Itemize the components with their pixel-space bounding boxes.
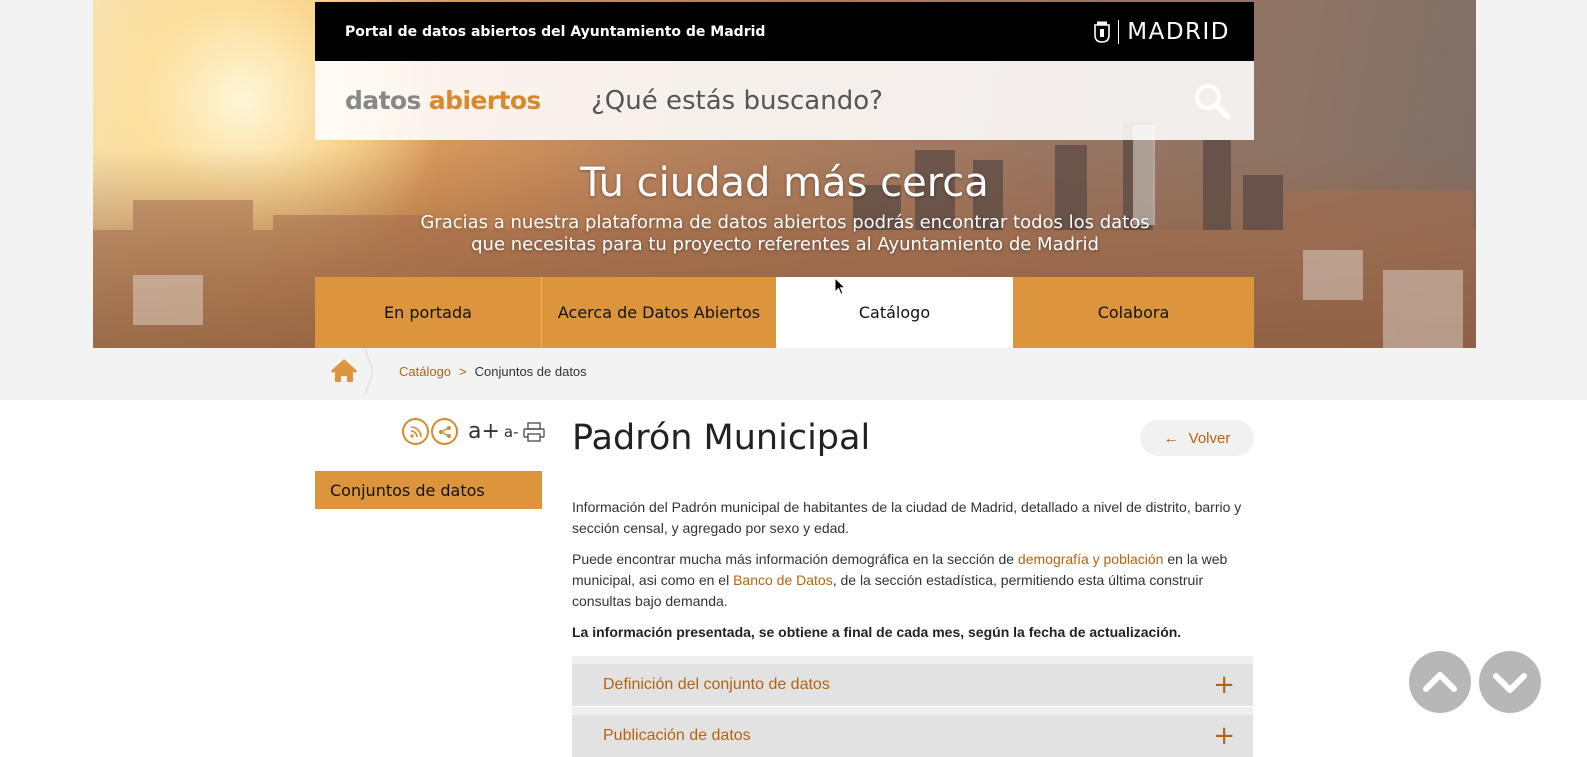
dataset-description: Información del Padrón municipal de habi… [572, 497, 1257, 653]
breadcrumb-current: Conjuntos de datos [474, 364, 587, 379]
logo-word-datos: datos [345, 86, 421, 115]
hero-subtitle-line-1: Gracias a nuestra plataforma de datos ab… [420, 212, 1150, 233]
sidebar-item-conjuntos-de-datos[interactable]: Conjuntos de datos [315, 471, 542, 509]
page-tools: a+ a- [402, 418, 545, 445]
plus-icon: + [1213, 670, 1235, 700]
accordion-definicion[interactable]: Definición del conjunto de datos + [572, 656, 1253, 706]
link-banco-de-datos[interactable]: Banco de Datos [733, 572, 833, 588]
share-icon[interactable] [431, 418, 458, 445]
print-icon[interactable] [522, 421, 545, 442]
breadcrumb-separator: > [459, 364, 467, 379]
top-bar: Portal de datos abiertos del Ayuntamient… [315, 2, 1254, 61]
logo-word-abiertos: abiertos [428, 86, 541, 115]
description-paragraph-2: Puede encontrar mucha más información de… [572, 549, 1257, 612]
scroll-up-button[interactable] [1409, 651, 1471, 713]
search-input[interactable] [589, 84, 1192, 117]
decrease-font-button[interactable]: a- [504, 423, 519, 441]
plus-icon: + [1213, 721, 1235, 751]
search-icon[interactable] [1192, 81, 1232, 121]
nav-item-acerca[interactable]: Acerca de Datos Abiertos [542, 277, 776, 348]
datos-abiertos-logo[interactable]: datos abiertos [345, 86, 589, 115]
nav-item-en-portada[interactable]: En portada [315, 277, 542, 348]
scroll-down-button[interactable] [1479, 651, 1541, 713]
mouse-cursor-icon [834, 277, 847, 296]
breadcrumb-link-catalogo[interactable]: Catálogo [399, 364, 451, 379]
accordion-publicacion-label: Publicación de datos [603, 727, 751, 744]
breadcrumb: Catálogo > Conjuntos de datos [315, 348, 587, 395]
hero-subtitle-line-2: que necesitas para tu proyecto referente… [471, 234, 1099, 255]
logo-separator [1118, 19, 1120, 44]
description-paragraph-1: Información del Padrón municipal de habi… [572, 499, 1242, 536]
search-bar: datos abiertos [315, 61, 1254, 140]
page-title: Padrón Municipal [572, 418, 871, 458]
link-demografia[interactable]: demografía y población [1018, 551, 1164, 567]
back-button-label: Volver [1188, 429, 1231, 447]
back-button[interactable]: ← Volver [1140, 420, 1254, 456]
chevron-up-icon [1423, 672, 1457, 692]
main-nav: En portada Acerca de Datos Abiertos Catá… [315, 277, 1254, 348]
madrid-crest-icon [1094, 21, 1111, 43]
rss-icon[interactable] [402, 418, 429, 445]
back-arrow-icon: ← [1163, 429, 1179, 447]
nav-item-colabora[interactable]: Colabora [1013, 277, 1254, 348]
portal-title: Portal de datos abiertos del Ayuntamient… [345, 23, 766, 40]
madrid-logo[interactable]: MADRID [1094, 19, 1230, 45]
chevron-down-icon [1493, 673, 1527, 693]
hero-title: Tu ciudad más cerca [580, 160, 989, 206]
paragraph-2-text-a: Puede encontrar mucha más información de… [572, 551, 1018, 567]
nav-item-catalogo[interactable]: Catálogo [776, 277, 1013, 348]
madrid-logo-text: MADRID [1127, 18, 1230, 45]
update-note: La información presentada, se obtiene a … [572, 624, 1182, 640]
increase-font-button[interactable]: a+ [468, 419, 500, 444]
hero-subtitle: Gracias a nuestra plataforma de datos ab… [400, 212, 1170, 256]
accordion-publicacion[interactable]: Publicación de datos + [572, 707, 1253, 757]
accordion-definicion-label: Definición del conjunto de datos [603, 676, 830, 693]
home-icon[interactable] [315, 348, 373, 395]
